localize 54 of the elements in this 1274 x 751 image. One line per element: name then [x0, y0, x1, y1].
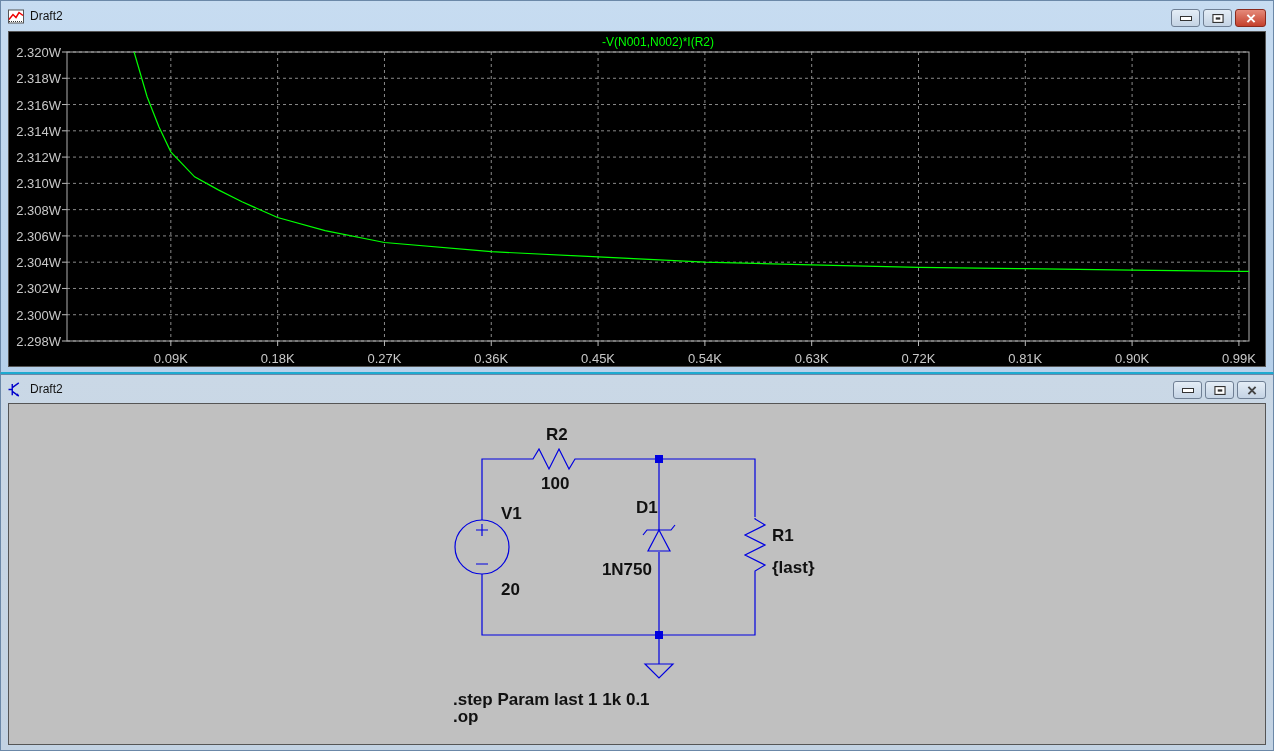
- x-axis-label: 0.81K: [1008, 351, 1043, 366]
- minimize-button[interactable]: [1171, 9, 1200, 27]
- x-axis-label: 0.45K: [581, 351, 616, 366]
- y-axis-label: 2.318W: [16, 71, 61, 87]
- close-icon: [1245, 385, 1258, 395]
- minimize-button[interactable]: [1173, 381, 1202, 399]
- x-axis-label: 0.72K: [901, 351, 936, 366]
- resistor-symbol: [743, 517, 767, 578]
- component-name: D1: [636, 498, 658, 517]
- maximize-button[interactable]: [1205, 381, 1234, 399]
- minimize-icon: [1181, 385, 1194, 395]
- minimize-icon: [1179, 13, 1192, 23]
- y-axis-label: 2.320W: [16, 45, 61, 60]
- x-axis-label: 0.18K: [260, 351, 295, 366]
- ground-symbol: [643, 663, 675, 679]
- close-button[interactable]: [1237, 381, 1266, 399]
- maximize-icon: [1213, 385, 1226, 395]
- spice-directive: .op: [453, 707, 479, 726]
- y-axis-label: 2.316W: [16, 97, 61, 113]
- y-axis-label: 2.298W: [16, 334, 61, 349]
- y-axis-label: 2.302W: [16, 281, 61, 297]
- x-axis-label: 0.54K: [687, 351, 722, 366]
- zener-diode-symbol: [642, 524, 676, 552]
- x-axis-label: 0.27K: [367, 351, 402, 366]
- x-axis-label: 0.36K: [474, 351, 509, 366]
- y-axis-label: 2.308W: [16, 202, 61, 218]
- plot-icon: [8, 8, 24, 24]
- resistor-symbol: [527, 447, 586, 471]
- component-value: 1N750: [601, 560, 652, 579]
- y-axis-label: 2.314W: [16, 123, 61, 139]
- y-axis-label: 2.312W: [16, 150, 61, 166]
- voltage-source-symbol: [454, 519, 510, 575]
- component-value: 100: [541, 474, 570, 493]
- x-axis-label: 0.09K: [153, 351, 188, 366]
- component-name: R2: [546, 425, 568, 444]
- y-axis-label: 2.310W: [16, 176, 61, 192]
- x-axis-label: 0.63K: [794, 351, 829, 366]
- close-icon: [1244, 13, 1257, 23]
- x-axis-label: 0.90K: [1115, 351, 1150, 366]
- trace-title[interactable]: -V(N001,N002)*I(R2): [602, 35, 714, 49]
- y-axis-label: 2.304W: [16, 255, 61, 271]
- maximize-icon: [1211, 13, 1224, 23]
- window-title: Draft2: [30, 9, 63, 23]
- spice-directive: .step Param last 1 1k 0.1: [453, 690, 650, 709]
- component-name: R1: [772, 526, 794, 545]
- x-axis-label: 0.99K: [1221, 351, 1256, 366]
- y-axis-label: 2.306W: [16, 228, 61, 244]
- component-value: 20: [501, 580, 520, 599]
- component-value: {last}: [772, 558, 815, 577]
- window-title: Draft2: [30, 382, 63, 396]
- maximize-button[interactable]: [1203, 9, 1232, 27]
- close-button[interactable]: [1235, 9, 1266, 27]
- component-name: V1: [501, 504, 522, 523]
- y-axis-label: 2.300W: [16, 307, 61, 323]
